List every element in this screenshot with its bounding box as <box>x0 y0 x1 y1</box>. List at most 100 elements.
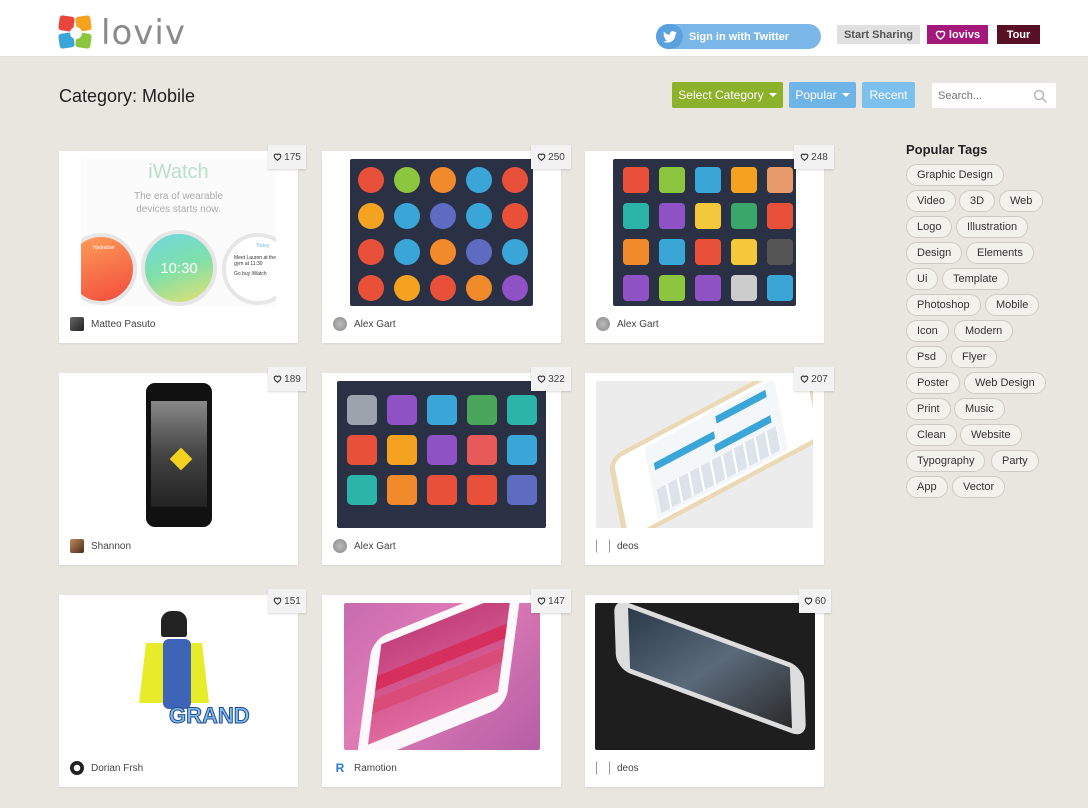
post-thumbnail[interactable]: iWatch The era of wearable devices start… <box>81 159 276 306</box>
author-name: Matteo Pasuto <box>91 318 156 330</box>
post-thumbnail[interactable] <box>144 381 214 528</box>
tag-mobile[interactable]: Mobile <box>985 294 1040 316</box>
tag-template[interactable]: Template <box>942 268 1009 290</box>
post-author[interactable]: Alex Gart <box>596 317 659 331</box>
post-thumbnail[interactable] <box>595 603 815 750</box>
watch-time-text: 10:30 <box>160 259 198 277</box>
like-count: 248 <box>811 151 828 163</box>
post-thumbnail[interactable] <box>350 159 533 306</box>
thumbnail-title: iWatch <box>148 161 209 183</box>
post-author[interactable]: Alex Gart <box>333 317 396 331</box>
popular-dropdown[interactable]: Popular <box>789 82 856 108</box>
post-card[interactable]: 248 Alex Gart <box>585 145 834 343</box>
select-category-label: Select Category <box>678 88 764 102</box>
post-author[interactable]: Dorian Frsh <box>70 761 143 775</box>
like-badge[interactable]: 207 <box>794 367 834 391</box>
tag-app[interactable]: App <box>906 476 948 498</box>
phone-mockup <box>613 603 807 739</box>
tag-website[interactable]: Website <box>960 424 1022 446</box>
tag-illustration[interactable]: Illustration <box>956 216 1029 238</box>
tag-design[interactable]: Design <box>906 242 963 264</box>
page-title: Category: Mobile <box>59 86 196 106</box>
like-badge[interactable]: 175 <box>268 145 306 169</box>
tag-poster[interactable]: Poster <box>906 372 960 394</box>
author-name: Alex Gart <box>354 540 396 552</box>
phone-mockup <box>607 381 813 528</box>
tag-web-design[interactable]: Web Design <box>964 372 1046 394</box>
popular-label: Popular <box>795 88 837 102</box>
post-thumbnail[interactable] <box>596 381 813 528</box>
like-badge[interactable]: 250 <box>531 145 571 169</box>
author-name: deos <box>617 762 639 774</box>
like-count: 322 <box>548 373 565 385</box>
post-thumbnail[interactable] <box>337 381 546 528</box>
post-card[interactable]: 60 deos <box>585 589 831 787</box>
recent-button[interactable]: Recent <box>862 82 915 108</box>
watch-hydration-text: Hydration <box>93 245 115 251</box>
search-icon[interactable] <box>1033 89 1048 104</box>
post-author[interactable]: Alex Gart <box>333 539 396 553</box>
sign-in-twitter-button[interactable]: Sign in with Twitter <box>656 24 821 49</box>
select-category-dropdown[interactable]: Select Category <box>672 82 783 108</box>
tag-music[interactable]: Music <box>954 398 1005 420</box>
tag-3d[interactable]: 3D <box>959 190 996 212</box>
sign-in-twitter-label: Sign in with Twitter <box>689 30 790 43</box>
tag-web[interactable]: Web <box>999 190 1044 212</box>
post-thumbnail[interactable] <box>613 159 796 306</box>
start-sharing-button[interactable]: Start Sharing <box>837 25 920 44</box>
tag-modern[interactable]: Modern <box>954 320 1014 342</box>
tag-party[interactable]: Party <box>991 450 1039 472</box>
post-card[interactable]: 189 Shannon <box>59 367 306 565</box>
post-card[interactable]: 322 Alex Gart <box>322 367 571 565</box>
tour-button[interactable]: Tour <box>997 25 1040 44</box>
post-author[interactable]: R Ramotion <box>333 761 397 775</box>
watch-buy-text: Go buy iWatch <box>234 271 267 277</box>
post-card[interactable]: iWatch The era of wearable devices start… <box>59 145 306 343</box>
search-input[interactable] <box>932 83 1032 108</box>
like-badge[interactable]: 147 <box>531 589 571 613</box>
tag-vector[interactable]: Vector <box>952 476 1006 498</box>
tag-logo[interactable]: Logo <box>906 216 953 238</box>
like-badge[interactable]: 322 <box>531 367 571 391</box>
tag-video[interactable]: Video <box>906 190 956 212</box>
author-name: Alex Gart <box>617 318 659 330</box>
avatar <box>333 539 347 553</box>
logo[interactable]: loviv <box>58 15 186 50</box>
heart-icon <box>537 375 546 383</box>
post-author[interactable]: Matteo Pasuto <box>70 317 155 331</box>
post-card[interactable]: 207 deos <box>585 367 834 565</box>
tag-clean[interactable]: Clean <box>906 424 957 446</box>
post-thumbnail[interactable]: GRAND <box>69 603 289 750</box>
character-hair <box>161 611 187 637</box>
tag-graphic-design[interactable]: Graphic Design <box>906 164 1004 186</box>
tag-psd[interactable]: Psd <box>906 346 947 368</box>
like-badge[interactable]: 189 <box>268 367 306 391</box>
post-thumbnail[interactable] <box>344 603 540 750</box>
like-badge[interactable]: 151 <box>268 589 306 613</box>
tag-ui[interactable]: Ui <box>906 268 939 290</box>
camera-icon-grid <box>347 395 537 505</box>
heart-icon <box>273 153 282 161</box>
watch-face-center: 10:30 <box>141 230 217 306</box>
tag-print[interactable]: Print <box>906 398 951 420</box>
post-author[interactable]: Shannon <box>70 539 131 553</box>
post-card[interactable]: GRAND 151 Dorian Frsh <box>59 589 306 787</box>
like-count: 189 <box>284 373 301 385</box>
post-author[interactable]: deos <box>596 539 639 553</box>
twitter-icon <box>656 24 683 49</box>
post-card[interactable]: 250 Alex Gart <box>322 145 571 343</box>
tag-photoshop[interactable]: Photoshop <box>906 294 981 316</box>
post-author[interactable]: deos <box>596 761 639 775</box>
like-badge[interactable]: 60 <box>799 589 831 613</box>
character-body <box>163 639 191 709</box>
phone-screen <box>151 401 207 507</box>
author-name: Ramotion <box>354 762 397 774</box>
tag-icon[interactable]: Icon <box>906 320 949 342</box>
tag-typography[interactable]: Typography <box>906 450 986 472</box>
lovivs-button[interactable]: lovivs <box>927 25 988 44</box>
post-card[interactable]: 147 R Ramotion <box>322 589 571 787</box>
tag-flyer[interactable]: Flyer <box>951 346 998 368</box>
tag-elements[interactable]: Elements <box>966 242 1034 264</box>
like-badge[interactable]: 248 <box>794 145 834 169</box>
caret-down-icon <box>768 93 777 97</box>
